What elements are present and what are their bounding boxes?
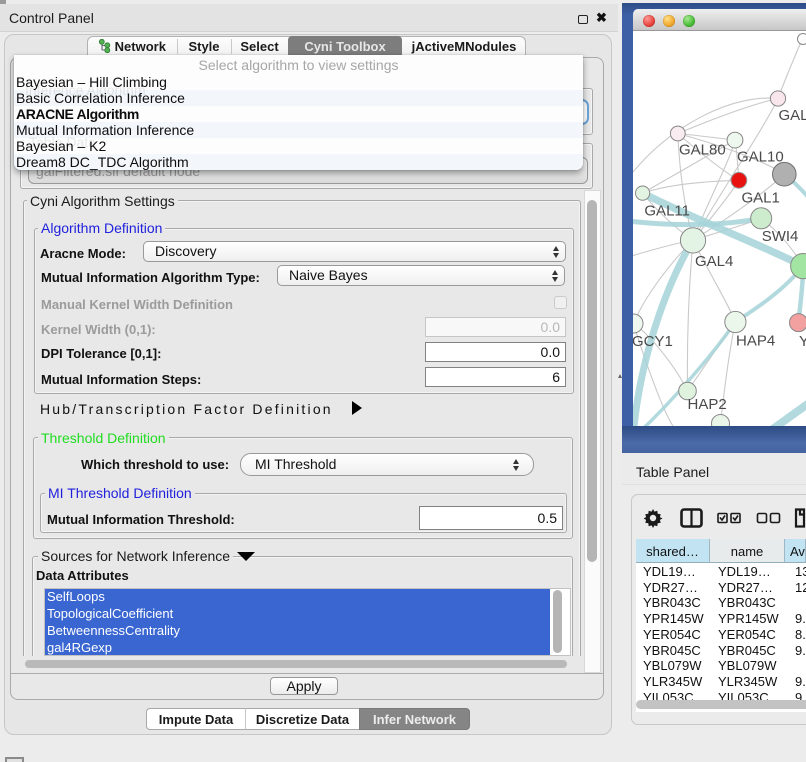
svg-text:HAP2: HAP2 [688, 396, 727, 413]
svg-text:GAL11: GAL11 [644, 203, 690, 220]
svg-text:GAL1: GAL1 [742, 190, 780, 207]
svg-text:GAL80: GAL80 [679, 142, 726, 159]
svg-text:GCY1: GCY1 [633, 333, 673, 350]
svg-text:YJ: YJ [799, 333, 806, 350]
svg-text:HAP4: HAP4 [736, 333, 775, 350]
svg-text:GAL10: GAL10 [737, 149, 784, 166]
svg-text:GAL2: GAL2 [779, 107, 806, 124]
svg-text:SWI4: SWI4 [762, 228, 799, 245]
svg-text:GAL4: GAL4 [695, 253, 733, 270]
